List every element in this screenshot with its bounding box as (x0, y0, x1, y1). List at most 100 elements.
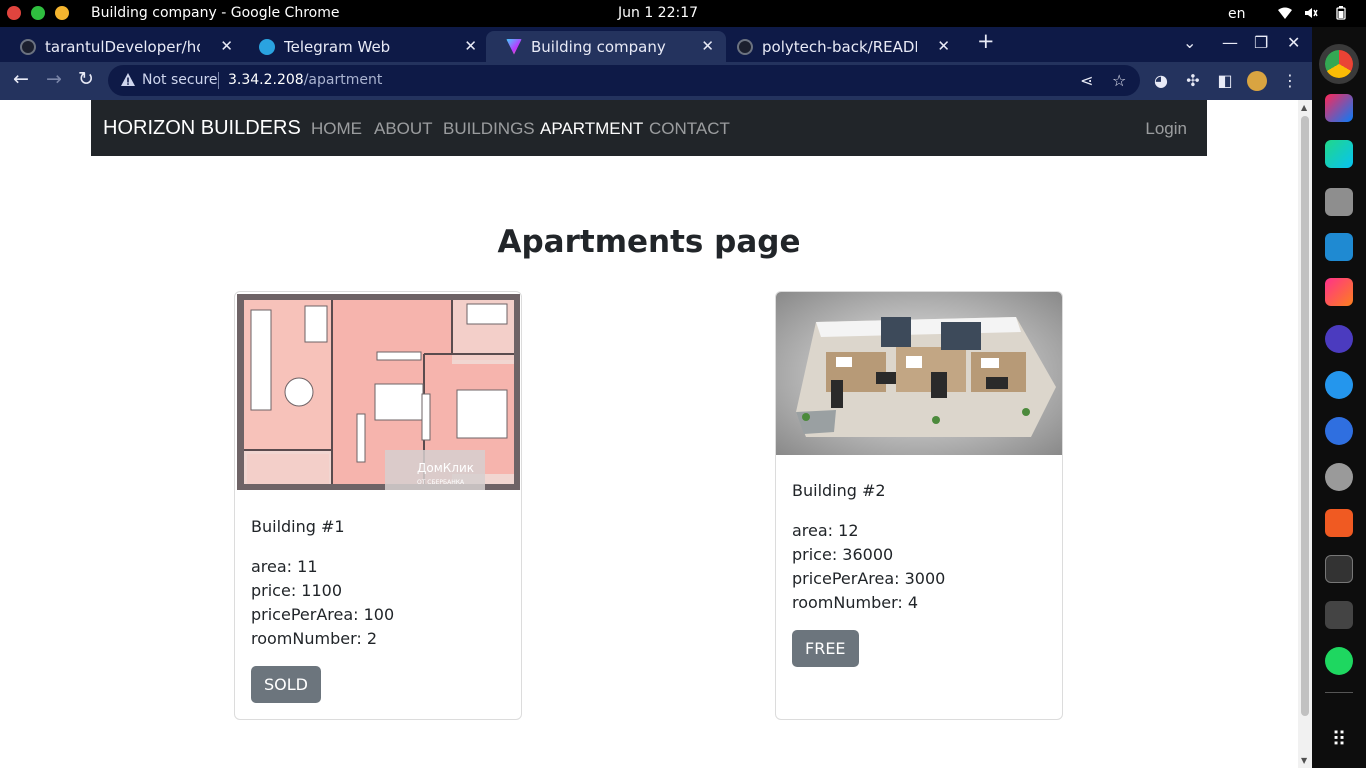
maximize-window-button[interactable] (31, 6, 45, 20)
app-store-icon[interactable] (1325, 417, 1353, 445)
browser-tab[interactable]: Telegram Web ✕ (239, 31, 489, 62)
status-button[interactable]: SOLD (251, 666, 321, 703)
battery-icon[interactable] (1334, 6, 1348, 20)
bookmark-star-icon[interactable]: ☆ (1112, 71, 1126, 90)
restore-icon[interactable]: ❐ (1254, 33, 1268, 52)
extension-owl-icon[interactable]: ◕ (1151, 71, 1171, 91)
area-value: area: 11 (251, 557, 318, 576)
security-status[interactable]: Not secure (142, 72, 218, 88)
webstorm-icon[interactable] (1325, 140, 1353, 168)
brand-logo[interactable]: HORIZON BUILDERS (103, 117, 301, 140)
svg-text:ОТ СБЕРБАНКА: ОТ СБЕРБАНКА (417, 479, 465, 486)
browser-tab-strip: tarantulDeveloper/horizo ✕ Telegram Web … (0, 27, 1312, 62)
vscode-icon[interactable] (1325, 233, 1353, 261)
files-icon[interactable] (1325, 188, 1353, 216)
login-link[interactable]: Login (1145, 119, 1187, 139)
disk-icon[interactable] (1325, 601, 1353, 629)
input-language[interactable]: en (1228, 6, 1246, 22)
tab-label: Telegram Web (284, 37, 391, 56)
close-tab-icon[interactable]: ✕ (220, 37, 233, 55)
ubuntu-dock: ⠿ (1312, 27, 1366, 768)
scroll-down-arrow-icon[interactable]: ▼ (1301, 756, 1307, 765)
browser-tab[interactable]: tarantulDeveloper/horizo ✕ (0, 31, 245, 62)
clock[interactable]: Jun 1 22:17 (618, 5, 698, 21)
price-per-area-value: pricePerArea: 100 (251, 605, 395, 624)
browser-tab[interactable]: polytech-back/README.m ✕ (717, 31, 962, 62)
apartment-3d-render-image (776, 292, 1062, 455)
minimize-window-button[interactable] (55, 6, 69, 20)
tab-label: tarantulDeveloper/horizo (45, 37, 200, 56)
nav-link-about[interactable]: ABOUT (374, 119, 433, 139)
apartment-properties: area: 11 price: 1100 pricePerArea: 100 r… (251, 555, 394, 651)
close-window-button[interactable] (7, 6, 21, 20)
floor-plan-image: ДомКлик ОТ СБЕРБАНКА (237, 294, 520, 490)
volume-icon[interactable] (1304, 6, 1318, 20)
building-name: Building #1 (251, 517, 345, 536)
url-host: 3.34.2.208 (228, 72, 304, 88)
minimize-icon[interactable]: — (1222, 33, 1238, 52)
room-number-value: roomNumber: 4 (792, 593, 919, 612)
chrome-icon[interactable] (1325, 50, 1353, 78)
intellij-idea-icon[interactable] (1325, 94, 1353, 122)
share-icon[interactable]: ⋖ (1080, 71, 1093, 90)
price-per-area-value: pricePerArea: 3000 (792, 569, 946, 588)
window-title: Building company - Google Chrome (91, 5, 340, 21)
side-panel-icon[interactable]: ◧ (1215, 71, 1235, 91)
close-icon[interactable]: ✕ (1287, 33, 1300, 52)
browser-toolbar: ← → ↻ Not secure 3.34.2.208/apartment ⋖ … (0, 62, 1312, 100)
settings-gear-icon[interactable] (1325, 463, 1353, 491)
tab-label: Building company (531, 37, 666, 56)
telegram-icon (259, 38, 275, 55)
building-name: Building #2 (792, 481, 886, 500)
github-icon (737, 38, 753, 55)
status-button[interactable]: FREE (792, 630, 859, 667)
os-top-bar: Building company - Google Chrome Jun 1 2… (0, 0, 1366, 27)
apartment-card: Building #2 area: 12 price: 36000 priceP… (775, 291, 1063, 720)
divider (1325, 692, 1353, 693)
extensions-puzzle-icon[interactable]: ✣ (1183, 71, 1203, 91)
url-text[interactable]: 3.34.2.208/apartment (228, 72, 382, 88)
price-value: price: 36000 (792, 545, 894, 564)
back-button[interactable]: ← (8, 68, 34, 90)
nav-link-buildings[interactable]: BUILDINGS (443, 119, 535, 139)
chrome-menu-icon[interactable]: ⋮ (1280, 71, 1300, 91)
wifi-icon[interactable] (1278, 6, 1292, 20)
close-tab-icon[interactable]: ✕ (701, 37, 714, 55)
profile-avatar[interactable] (1247, 71, 1267, 91)
scrollbar-thumb[interactable] (1301, 116, 1309, 716)
page-scrollbar[interactable]: ▲ ▼ (1298, 100, 1312, 768)
github-icon (20, 38, 36, 55)
price-value: price: 1100 (251, 581, 343, 600)
svg-text:ДомКлик: ДомКлик (417, 461, 474, 475)
close-tab-icon[interactable]: ✕ (937, 37, 950, 55)
address-bar[interactable]: Not secure 3.34.2.208/apartment ⋖ ☆ (108, 65, 1140, 96)
apartment-properties: area: 12 price: 36000 pricePerArea: 3000… (792, 519, 945, 615)
nav-link-home[interactable]: HOME (311, 119, 362, 139)
ubuntu-software-icon[interactable] (1325, 509, 1353, 537)
nav-link-apartment[interactable]: APARTMENT (540, 119, 643, 139)
reload-button[interactable]: ↻ (73, 68, 99, 90)
new-tab-button[interactable]: + (977, 29, 995, 53)
url-path: /apartment (303, 72, 383, 88)
warning-icon[interactable] (120, 72, 136, 88)
jetbrains-icon[interactable] (1325, 278, 1353, 306)
spotify-icon[interactable] (1325, 647, 1353, 675)
tab-label: polytech-back/README.m (762, 37, 917, 56)
show-apps-grid-icon[interactable]: ⠿ (1325, 725, 1353, 753)
close-tab-icon[interactable]: ✕ (464, 37, 477, 55)
docker-icon[interactable] (1325, 371, 1353, 399)
page-title: Apartments page (497, 224, 801, 260)
page-viewport: HORIZON BUILDERS HOME ABOUT BUILDINGS AP… (0, 100, 1298, 768)
scroll-up-arrow-icon[interactable]: ▲ (1301, 103, 1307, 112)
forward-button[interactable]: → (41, 68, 67, 90)
browser-tab-active[interactable]: Building company ✕ (486, 31, 726, 62)
site-navbar: HORIZON BUILDERS HOME ABOUT BUILDINGS AP… (91, 100, 1207, 156)
divider (218, 72, 219, 89)
system-monitor-icon[interactable] (1325, 555, 1353, 583)
apartment-card: ДомКлик ОТ СБЕРБАНКА Building #1 area: 1… (234, 291, 522, 720)
nav-link-contact[interactable]: CONTACT (649, 119, 730, 139)
tab-search-chevron-down-icon[interactable]: ⌄ (1183, 33, 1196, 52)
room-number-value: roomNumber: 2 (251, 629, 378, 648)
area-value: area: 12 (792, 521, 859, 540)
eclipse-icon[interactable] (1325, 325, 1353, 353)
